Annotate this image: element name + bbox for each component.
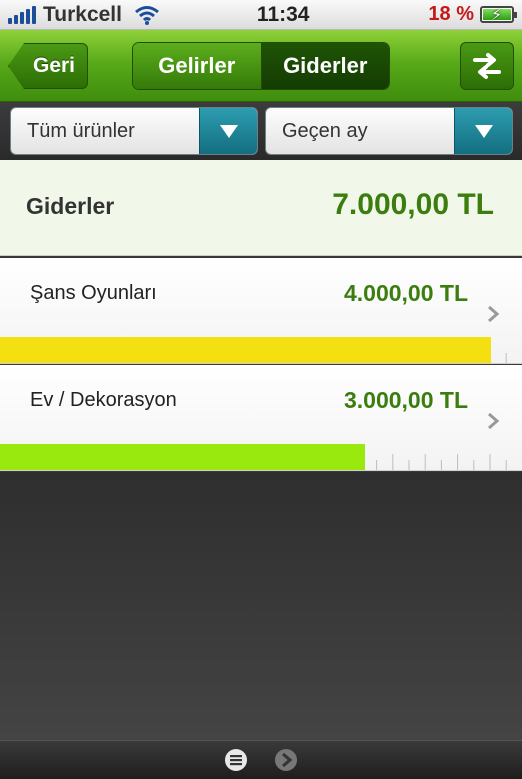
- product-filter-value: Tüm ürünler: [27, 120, 135, 142]
- share-bar: [0, 337, 491, 363]
- empty-area: [0, 472, 522, 740]
- summary-amount: 7.000,00 TL: [332, 188, 494, 221]
- share-bar-track: [0, 337, 522, 363]
- product-filter-dropdown[interactable]: Tüm ürünler: [10, 107, 258, 155]
- next-icon[interactable]: [274, 748, 298, 772]
- list-item[interactable]: Ev / Dekorasyon 3.000,00 TL: [0, 365, 522, 471]
- list-item[interactable]: Şans Oyunları 4.000,00 TL: [0, 258, 522, 364]
- income-expense-segmented-control: Gelirler Giderler: [132, 42, 390, 90]
- summary-label: Giderler: [26, 193, 115, 219]
- expense-summary: Giderler 7.000,00 TL: [0, 160, 522, 256]
- clock: 11:34: [256, 2, 310, 26]
- chevron-right-icon: [488, 305, 500, 323]
- carrier-name: Turkcell: [43, 2, 122, 26]
- category-amount: 4.000,00 TL: [343, 280, 468, 306]
- swap-arrows-icon: [473, 53, 501, 79]
- battery-percent: 18 %: [428, 3, 474, 25]
- back-button[interactable]: Geri: [8, 43, 88, 89]
- period-filter-value: Geçen ay: [282, 120, 368, 142]
- segment-giderler[interactable]: Giderler: [261, 43, 389, 89]
- chevron-down-icon: [474, 125, 493, 138]
- share-bar-track: [0, 444, 522, 470]
- chevron-right-icon: [488, 412, 500, 430]
- category-name: Ev / Dekorasyon: [30, 389, 177, 411]
- chevron-down-icon: [219, 125, 238, 138]
- share-bar: [0, 444, 366, 470]
- period-filter-dropdown[interactable]: Geçen ay: [265, 107, 513, 155]
- segment-gelirler[interactable]: Gelirler: [133, 43, 262, 89]
- wifi-icon: [135, 5, 159, 25]
- category-amount: 3.000,00 TL: [343, 387, 468, 413]
- signal-strength-icon: [8, 5, 36, 24]
- bottom-toolbar: [0, 740, 522, 779]
- dropdown-arrow-button[interactable]: [454, 108, 512, 154]
- filter-bar: Tüm ürünler Geçen ay: [0, 102, 522, 160]
- dropdown-arrow-button[interactable]: [199, 108, 257, 154]
- category-name: Şans Oyunları: [30, 282, 157, 304]
- swap-button[interactable]: [460, 42, 514, 90]
- navigation-bar: Geri Gelirler Giderler: [0, 30, 522, 102]
- status-bar: Turkcell 11:34 18 % ⚡: [0, 0, 522, 30]
- battery-charging-icon: ⚡: [480, 6, 517, 24]
- menu-icon[interactable]: [224, 748, 248, 772]
